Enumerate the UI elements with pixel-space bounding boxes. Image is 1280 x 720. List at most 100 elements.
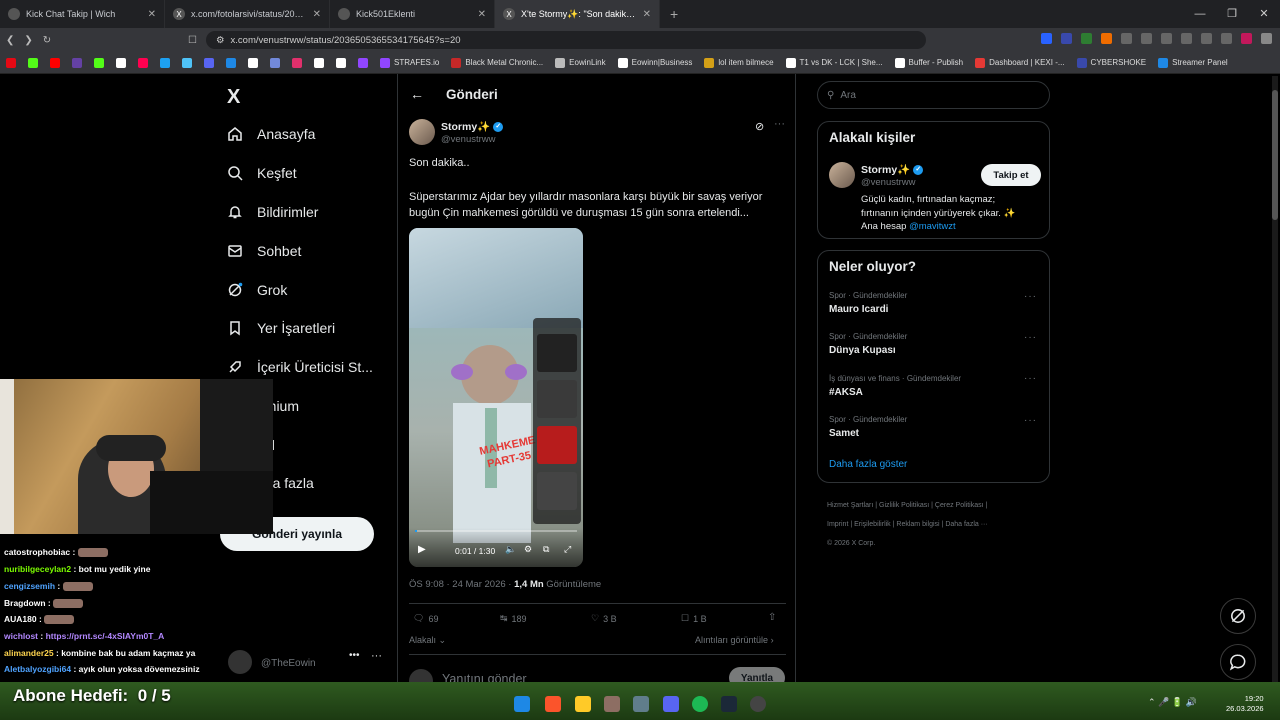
footer-link[interactable]: Imprint	[827, 521, 848, 528]
more-options-icon[interactable]: ···	[1024, 415, 1037, 426]
extension-icon[interactable]	[1181, 33, 1192, 44]
play-icon[interactable]: ▶	[418, 544, 426, 555]
obs-icon[interactable]	[750, 696, 766, 712]
bookmark-item[interactable]	[138, 57, 148, 68]
url-field[interactable]: ⚙ x.com/venustrww/status/203650536553417…	[206, 31, 926, 49]
repost-action[interactable]: ↹ 189	[500, 613, 527, 624]
grok-explain-icon[interactable]: ⊘	[755, 120, 764, 133]
video-progress-track[interactable]	[415, 530, 577, 532]
post-video[interactable]: MAHKEME PART-35 ▶ 0:01 / 1:30 🔈 ⚙ ⧉ ⤢	[409, 228, 583, 567]
nav-home[interactable]: Anasayfa	[227, 126, 315, 142]
minimize-icon[interactable]: —	[1184, 0, 1216, 28]
extension-icon[interactable]	[1141, 33, 1152, 44]
fullscreen-icon[interactable]: ⤢	[564, 544, 571, 555]
follow-button[interactable]: Takip et	[981, 164, 1041, 186]
volume-icon[interactable]: 🔈	[505, 544, 516, 555]
reload-icon[interactable]: ↻	[43, 35, 51, 46]
x-logo-icon[interactable]: X	[227, 86, 240, 109]
bookmark-item[interactable]: CYBERSHOKE	[1076, 57, 1146, 68]
person-avatar[interactable]	[829, 162, 855, 188]
more-options-icon[interactable]: ···	[1024, 332, 1037, 343]
footer-link[interactable]: Daha fazla ···	[945, 521, 987, 528]
tab-stormy[interactable]: X X'te Stormy✨: "Son dakika.." ✕	[495, 0, 660, 28]
bookmark-item[interactable]: STRAFES.io	[380, 57, 439, 68]
messages-floating-button[interactable]	[1220, 644, 1256, 680]
bookmark-item[interactable]: Dashboard | KEXI -...	[975, 57, 1065, 68]
bio-mention-link[interactable]: @mavitwzt	[909, 221, 956, 232]
footer-link[interactable]: Reklam bilgisi	[896, 521, 939, 528]
trend-item[interactable]: İş dünyası ve finans · Gündemdekiler #AK…	[829, 374, 1039, 398]
maximize-icon[interactable]: ❐	[1216, 0, 1248, 28]
clock[interactable]: 19:20 26.03.2026	[1226, 694, 1264, 714]
extension-icon[interactable]	[1121, 33, 1132, 44]
bookmark-page-icon[interactable]: ☐	[188, 35, 197, 46]
tab-kick501[interactable]: Kick501Eklenti ✕	[330, 0, 495, 28]
reply-action[interactable]: 🗨 69	[413, 613, 438, 624]
bookmark-item[interactable]	[292, 57, 302, 68]
page-scrollbar[interactable]	[1272, 76, 1278, 688]
bookmark-item[interactable]	[160, 57, 170, 68]
bookmark-item[interactable]	[94, 57, 104, 68]
more-options-icon[interactable]: ···	[774, 118, 785, 130]
search-input[interactable]: ⚲ Ara	[817, 81, 1050, 109]
tab-fotolarsivi[interactable]: X x.com/fotolarsivi/status/20367016950 ✕	[165, 0, 330, 28]
extension-icon[interactable]	[1221, 33, 1232, 44]
grok-floating-button[interactable]	[1220, 598, 1256, 634]
window-close-icon[interactable]: ✕	[1248, 0, 1280, 28]
bookmark-item[interactable]	[6, 57, 16, 68]
tray-icons[interactable]: ⌃ 🎤 🔋 🔊	[1148, 697, 1197, 708]
nav-notifications[interactable]: Bildirimler	[227, 204, 318, 220]
menu-icon[interactable]	[1261, 33, 1272, 44]
back-arrow-icon[interactable]: ←	[410, 86, 424, 102]
extension-icon[interactable]	[1201, 33, 1212, 44]
bookmark-item[interactable]	[248, 57, 258, 68]
spotify-icon[interactable]	[692, 696, 708, 712]
settings-icon[interactable]: ⚙	[524, 544, 532, 555]
footer-link[interactable]: Erişilebilirlik	[854, 521, 891, 528]
bookmark-item[interactable]	[50, 57, 60, 68]
bookmark-item[interactable]	[204, 57, 214, 68]
person-name-row[interactable]: Stormy✨ ✓	[861, 163, 924, 176]
close-icon[interactable]: ✕	[313, 9, 321, 20]
bookmark-item[interactable]: Eowinn|Business	[617, 57, 692, 68]
like-action[interactable]: ♡ 3 B	[591, 613, 617, 624]
nav-grok[interactable]: Grok	[227, 282, 287, 298]
more-options-icon[interactable]: ···	[1024, 373, 1037, 384]
footer-link[interactable]: Çerez Politikası	[935, 502, 984, 509]
bookmark-item[interactable]: Buffer - Publish	[894, 57, 963, 68]
back-icon[interactable]: ❮	[6, 35, 14, 46]
author-name-row[interactable]: Stormy✨ ✓	[441, 120, 504, 133]
bookmark-item[interactable]	[72, 57, 82, 68]
trend-item[interactable]: Spor · Gündemdekiler Samet	[829, 415, 1039, 439]
extension-icon[interactable]	[1101, 33, 1112, 44]
extension-icon[interactable]	[1081, 33, 1092, 44]
extension-icon[interactable]	[1241, 33, 1252, 44]
extension-icon[interactable]	[1041, 33, 1052, 44]
bookmark-action[interactable]: ☐ 1 B	[681, 613, 707, 624]
nav-explore[interactable]: Keşfet	[227, 165, 297, 181]
view-quotes-link[interactable]: Alıntıları görüntüle ›	[695, 635, 774, 645]
footer-link[interactable]: Hizmet Şartları	[827, 502, 873, 509]
site-info-icon[interactable]: ⚙	[216, 35, 225, 46]
bookmark-item[interactable]	[314, 57, 324, 68]
bookmark-item[interactable]	[270, 57, 280, 68]
trend-item[interactable]: Spor · Gündemdekiler Dünya Kupası	[829, 332, 1039, 356]
close-icon[interactable]: ✕	[643, 9, 651, 20]
bookmark-item[interactable]: T1 vs DK - LCK | She...	[785, 57, 883, 68]
bookmark-item[interactable]	[358, 57, 368, 68]
post-timestamp[interactable]: ÖS 9:08 · 24 Mar 2026 ·	[409, 579, 514, 590]
account-avatar[interactable]	[228, 650, 252, 674]
app-icon[interactable]	[633, 696, 649, 712]
nav-messages[interactable]: Sohbet	[227, 243, 301, 259]
extension-icon[interactable]	[1161, 33, 1172, 44]
account-menu-icon[interactable]: ···	[371, 650, 382, 662]
forward-icon[interactable]: ❯	[24, 35, 32, 46]
pip-icon[interactable]: ⧉	[543, 544, 549, 555]
close-icon[interactable]: ✕	[148, 9, 156, 20]
folder-icon[interactable]	[575, 696, 591, 712]
nav-bookmarks[interactable]: Yer İşaretleri	[227, 320, 335, 336]
steam-icon[interactable]	[721, 696, 737, 712]
more-options-icon[interactable]: ···	[1024, 291, 1037, 302]
discord-icon[interactable]	[663, 696, 679, 712]
extension-icon[interactable]	[1061, 33, 1072, 44]
